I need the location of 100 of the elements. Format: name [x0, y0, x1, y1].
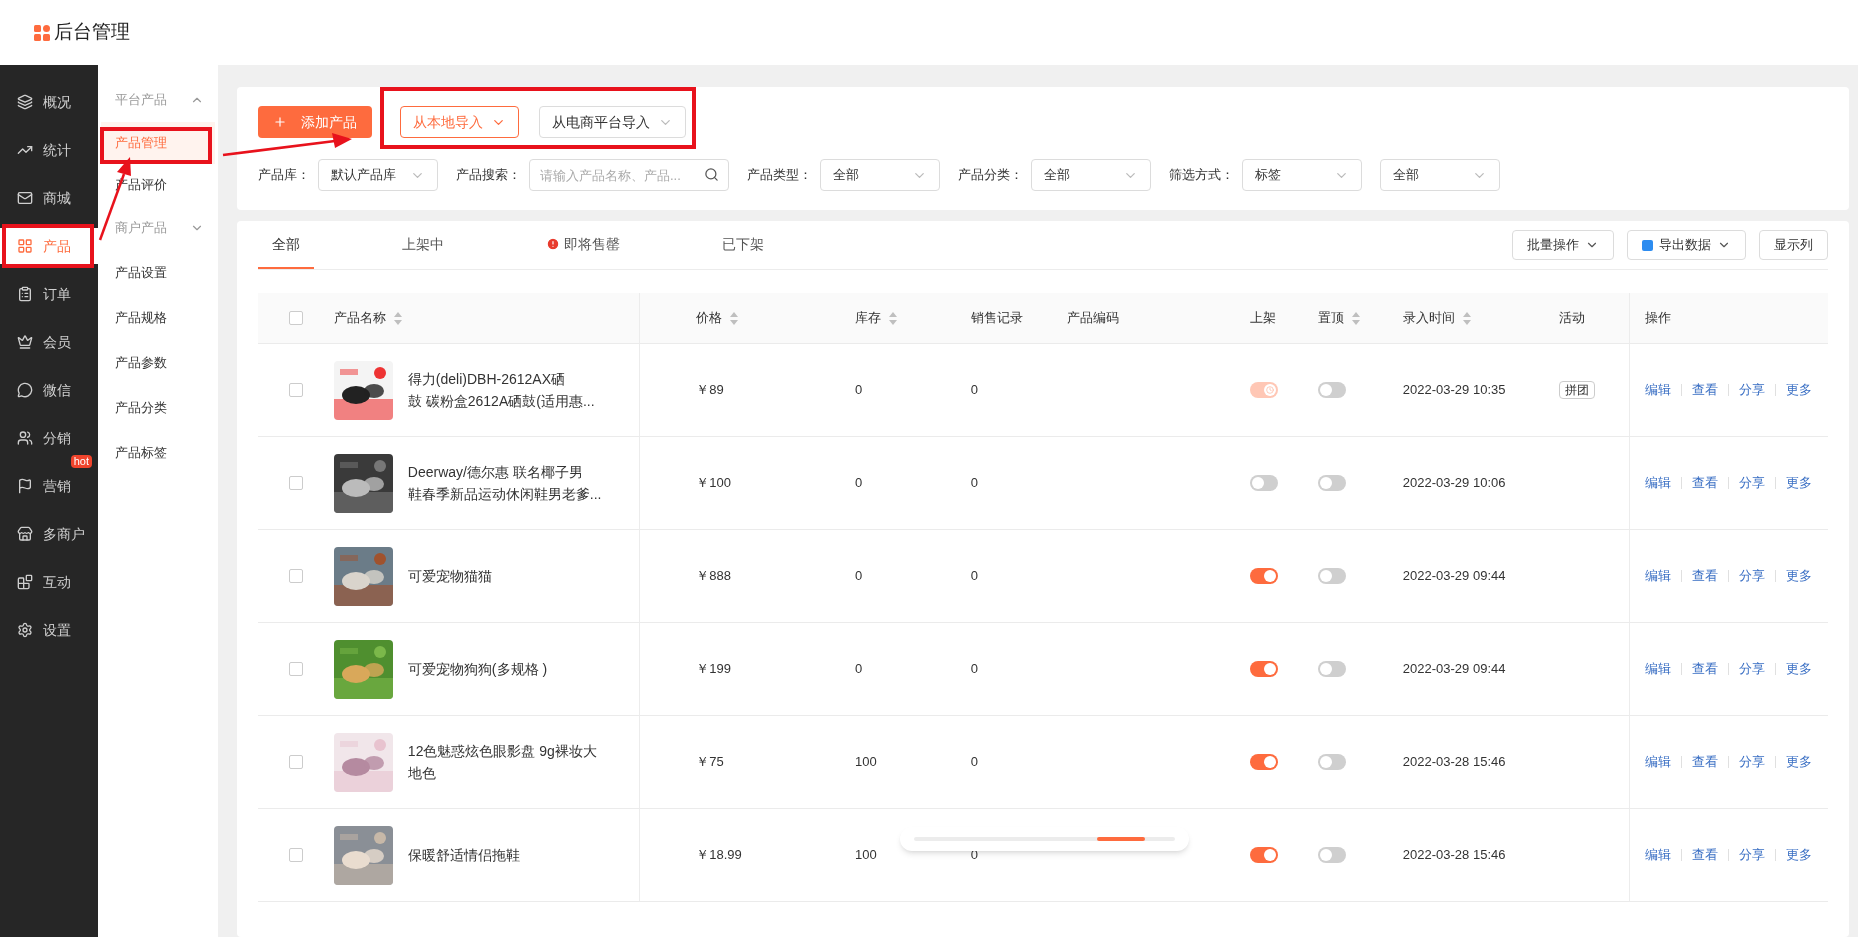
action-link[interactable]: 更多: [1786, 566, 1813, 586]
column-header[interactable]: 产品名称: [333, 308, 402, 328]
checkbox[interactable]: [288, 848, 303, 862]
date-cell: 2022-03-29 09:44: [1402, 568, 1506, 584]
toggle-switch[interactable]: [1250, 847, 1279, 863]
sort-icon[interactable]: [730, 311, 739, 325]
toggle-switch[interactable]: [1250, 475, 1279, 491]
select-field[interactable]: 默认产品库: [318, 159, 438, 191]
action-link[interactable]: 更多: [1786, 659, 1813, 679]
action-button[interactable]: 导出数据: [1627, 230, 1746, 260]
action-link[interactable]: 更多: [1786, 752, 1813, 772]
settings-icon: [17, 622, 33, 638]
action-link[interactable]: 查看: [1692, 473, 1719, 493]
nav-item[interactable]: 统计: [0, 132, 98, 168]
checkbox[interactable]: [288, 755, 303, 769]
product-name: 得力(deli)DBH-2612AX硒: [407, 370, 566, 389]
sub-nav-item[interactable]: 产品分类: [98, 385, 218, 430]
nav-item[interactable]: 营销: [0, 468, 98, 504]
action-link[interactable]: 查看: [1692, 845, 1719, 865]
nav-item[interactable]: 微信: [0, 372, 98, 408]
plus-icon: [273, 115, 287, 129]
toggle-switch[interactable]: [1318, 475, 1346, 491]
action-link[interactable]: 更多: [1786, 473, 1813, 493]
action-link[interactable]: 分享: [1739, 473, 1766, 493]
column-header[interactable]: 录入时间: [1402, 308, 1471, 328]
checkbox[interactable]: [288, 662, 303, 676]
crown-icon: [17, 334, 33, 350]
sub-nav-item[interactable]: 产品设置: [98, 250, 218, 295]
toggle-switch[interactable]: [1318, 661, 1346, 677]
action-link[interactable]: 分享: [1739, 659, 1766, 679]
tab[interactable]: 上架中: [388, 221, 458, 269]
action-link[interactable]: 分享: [1739, 845, 1766, 865]
select-field[interactable]: 标签: [1242, 159, 1362, 191]
sales-cell: 0: [970, 382, 978, 398]
price-cell-text: ￥100: [696, 474, 731, 493]
nav-item[interactable]: 会员: [0, 324, 98, 360]
action-link[interactable]: 编辑: [1645, 566, 1672, 586]
stock-cell: 0: [854, 661, 863, 677]
nav-item[interactable]: 订单: [0, 276, 98, 312]
select-field[interactable]: 全部: [820, 159, 940, 191]
search-field[interactable]: 请输入产品名称、产品...: [529, 159, 729, 191]
column-header[interactable]: 价格: [696, 308, 739, 328]
action-link[interactable]: 分享: [1739, 752, 1766, 772]
action-link[interactable]: 分享: [1739, 566, 1766, 586]
sort-icon[interactable]: [1462, 311, 1471, 325]
action-link[interactable]: 编辑: [1645, 752, 1672, 772]
nav-item[interactable]: 互动: [0, 564, 98, 600]
stock-cell: 0: [854, 382, 863, 398]
nav-item[interactable]: 商城: [0, 180, 98, 216]
checkbox[interactable]: [288, 476, 303, 490]
checkbox[interactable]: [288, 383, 303, 397]
logo-icon: [34, 24, 50, 41]
toggle-switch[interactable]: [1318, 382, 1346, 398]
action-link[interactable]: 更多: [1786, 380, 1813, 400]
sub-nav-item[interactable]: 产品规格: [98, 295, 218, 340]
action-link[interactable]: 更多: [1786, 845, 1813, 865]
action-link[interactable]: 查看: [1692, 566, 1719, 586]
nav-item[interactable]: 分销: [0, 420, 98, 456]
action-link[interactable]: 查看: [1692, 659, 1719, 679]
tab[interactable]: 即将售罄: [532, 221, 634, 269]
toggle-switch[interactable]: [1250, 754, 1279, 770]
sort-icon[interactable]: [393, 311, 402, 325]
select-field[interactable]: 全部: [1380, 159, 1500, 191]
column-header[interactable]: 置顶: [1318, 308, 1360, 328]
sales-cell: 0: [970, 661, 978, 677]
nav-item[interactable]: 多商户: [0, 516, 98, 552]
toggle-switch[interactable]: [1318, 847, 1346, 863]
checkbox[interactable]: [288, 311, 303, 325]
action-link[interactable]: 编辑: [1645, 845, 1672, 865]
toggle-switch[interactable]: [1318, 754, 1346, 770]
toggle-switch[interactable]: [1250, 661, 1279, 677]
action-link[interactable]: 编辑: [1645, 380, 1672, 400]
sort-icon[interactable]: [888, 311, 897, 325]
action-link[interactable]: 查看: [1692, 752, 1719, 772]
tab[interactable]: 已下架: [708, 221, 778, 269]
filter-label: 筛选方式：: [1169, 166, 1234, 185]
toggle-switch[interactable]: [1318, 568, 1346, 584]
import-button[interactable]: 从电商平台导入: [539, 106, 686, 138]
action-link[interactable]: 编辑: [1645, 473, 1672, 493]
nav-item[interactable]: 概况: [0, 84, 98, 120]
action-button[interactable]: 批量操作: [1512, 230, 1614, 260]
sort-icon[interactable]: [1352, 311, 1360, 325]
tab[interactable]: 全部: [258, 221, 314, 269]
sub-nav-item[interactable]: 产品标签: [98, 430, 218, 475]
store-icon: [17, 526, 33, 542]
action-link[interactable]: 编辑: [1645, 659, 1672, 679]
action-link[interactable]: 查看: [1692, 380, 1719, 400]
nav-item[interactable]: 设置: [0, 612, 98, 648]
toggle-switch[interactable]: [1250, 568, 1279, 584]
select-field[interactable]: 全部: [1031, 159, 1151, 191]
price-cell-text: ￥89: [696, 381, 724, 400]
sub-nav-item[interactable]: 产品参数: [98, 340, 218, 385]
action-button[interactable]: 显示列: [1759, 230, 1828, 260]
filter-label: 产品搜索：: [456, 166, 521, 185]
app-title: 后台管理: [54, 20, 130, 45]
action-link[interactable]: 分享: [1739, 380, 1766, 400]
product-name: 保暖舒适情侣拖鞋: [407, 846, 520, 865]
column-header[interactable]: 库存: [854, 308, 897, 328]
scrollbar[interactable]: [900, 827, 1189, 851]
checkbox[interactable]: [288, 569, 303, 583]
